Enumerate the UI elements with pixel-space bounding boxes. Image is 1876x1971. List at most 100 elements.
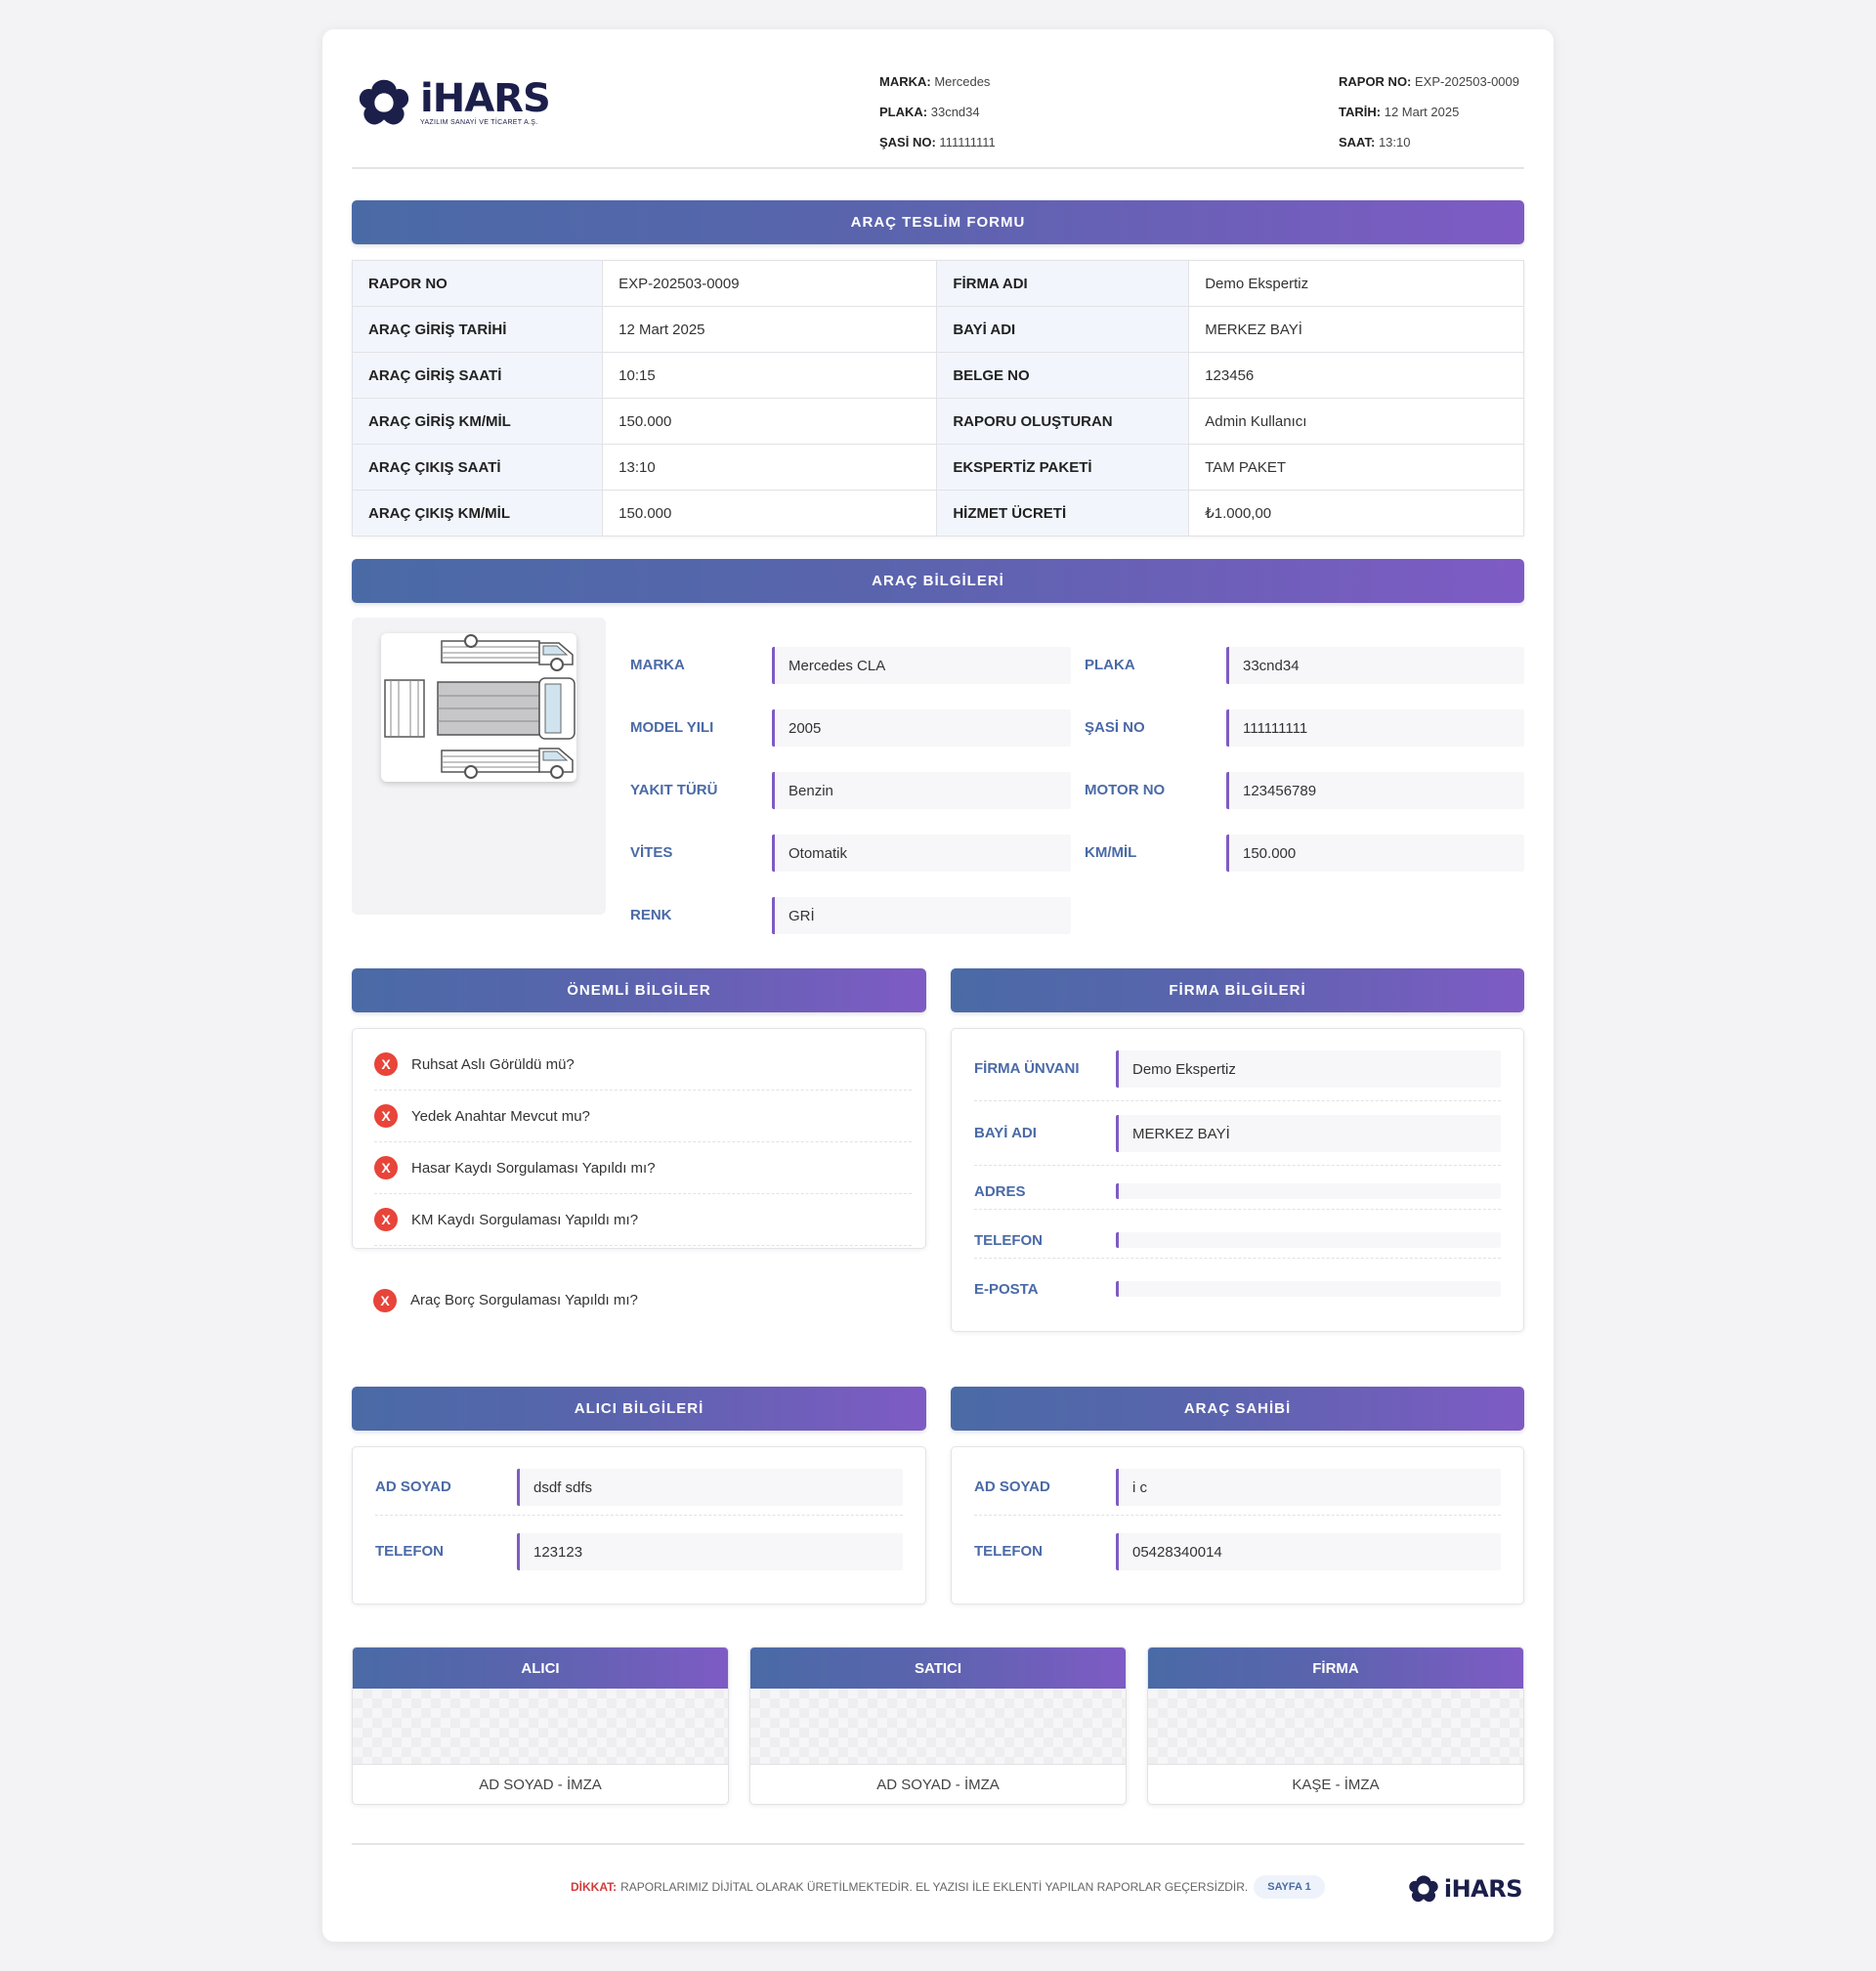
alici-section-title: ALICI BİLGİLERİ xyxy=(352,1387,926,1431)
table-key: ARAÇ GİRİŞ TARİHİ xyxy=(351,306,604,353)
yakit-turu-value: Benzin xyxy=(772,772,1071,809)
list-item: X KM Kaydı Sorgulaması Yapıldı mı? xyxy=(374,1194,912,1246)
warning-label: DİKKAT: xyxy=(571,1880,618,1894)
marka-label: MARKA: xyxy=(879,74,931,89)
yakit-turu-label: YAKIT TÜRÜ xyxy=(630,782,718,798)
onemli-section-title: ÖNEMLİ BİLGİLER xyxy=(352,968,926,1012)
divider xyxy=(375,1515,903,1516)
warning-text: RAPORLARIMIZ DİJİTAL OLARAK ÜRETİLMEKTED… xyxy=(620,1880,1249,1894)
table-key: ARAÇ ÇIKIŞ KM/MİL xyxy=(351,490,604,536)
x-mark-icon: X xyxy=(374,1052,398,1076)
signature-title: SATICI xyxy=(750,1648,1126,1689)
table-value: 150.000 xyxy=(602,398,938,445)
signature-title: FİRMA xyxy=(1148,1648,1523,1689)
km-mil-value: 150.000 xyxy=(1226,835,1524,872)
marka-field-value: Mercedes CLA xyxy=(772,647,1071,684)
table-value: 13:10 xyxy=(602,444,938,491)
list-item: X Yedek Anahtar Mevcut mu? xyxy=(374,1091,912,1142)
ihars-logo-icon xyxy=(1409,1875,1438,1903)
sahip-section-title: ARAÇ SAHİBİ xyxy=(951,1387,1524,1431)
table-value: 12 Mart 2025 xyxy=(602,306,938,353)
divider xyxy=(974,1258,1501,1259)
signature-area xyxy=(353,1689,728,1765)
renk-value: GRİ xyxy=(772,897,1071,934)
firma-signature-box: FİRMA KAŞE - İMZA xyxy=(1147,1647,1524,1805)
sasi-field-label: ŞASİ NO xyxy=(1085,719,1145,736)
marka-value: Mercedes xyxy=(934,74,991,89)
vites-value: Otomatik xyxy=(772,835,1071,872)
alici-ad-label: AD SOYAD xyxy=(375,1478,451,1495)
arac-section-title: ARAÇ BİLGİLERİ xyxy=(352,559,1524,603)
sahip-telefon-value: 05428340014 xyxy=(1116,1533,1501,1570)
alici-telefon-label: TELEFON xyxy=(375,1543,444,1560)
table-row: ARAÇ GİRİŞ TARİHİ 12 Mart 2025 BAYİ ADI … xyxy=(351,306,1524,353)
signature-caption: AD SOYAD - İMZA xyxy=(479,1776,602,1793)
table-value: EXP-202503-0009 xyxy=(602,260,938,307)
table-key: EKSPERTİZ PAKETİ xyxy=(936,444,1190,491)
firma-section-title: FİRMA BİLGİLERİ xyxy=(951,968,1524,1012)
table-key: ARAÇ GİRİŞ SAATİ xyxy=(351,352,604,399)
renk-label: RENK xyxy=(630,907,672,923)
marka-field-label: MARKA xyxy=(630,657,685,673)
bayi-adi-label: BAYİ ADI xyxy=(974,1125,1037,1141)
table-key: RAPORU OLUŞTURAN xyxy=(936,398,1190,445)
onemli-card: X Ruhsat Aslı Görüldü mü? X Yedek Anahtar … xyxy=(352,1028,926,1249)
table-key: ARAÇ GİRİŞ KM/MİL xyxy=(351,398,604,445)
table-key: ARAÇ ÇIKIŞ SAATİ xyxy=(351,444,604,491)
table-value: 123456 xyxy=(1188,352,1524,399)
sahip-telefon-label: TELEFON xyxy=(974,1543,1043,1560)
check-label: KM Kaydı Sorgulaması Yapıldı mı? xyxy=(411,1211,639,1228)
saat-label: SAAT: xyxy=(1339,135,1376,150)
table-key: FİRMA ADI xyxy=(936,260,1190,307)
plaka-field-label: PLAKA xyxy=(1085,657,1135,673)
vites-label: VİTES xyxy=(630,844,673,861)
plaka-label: PLAKA: xyxy=(879,105,928,119)
satici-signature-box: SATICI AD SOYAD - İMZA xyxy=(749,1647,1127,1805)
adres-label: ADRES xyxy=(974,1183,1026,1200)
signature-area xyxy=(1148,1689,1523,1765)
truck-diagram-icon xyxy=(384,634,576,779)
table-value: 10:15 xyxy=(602,352,938,399)
divider xyxy=(974,1100,1501,1101)
signature-caption: AD SOYAD - İMZA xyxy=(876,1776,1000,1793)
tarih-label: TARİH: xyxy=(1339,105,1382,119)
sasi-value: 111111111 xyxy=(939,135,996,150)
alici-ad-value: dsdf sdfs xyxy=(517,1469,903,1506)
table-value: TAM PAKET xyxy=(1188,444,1524,491)
signature-caption: KAŞE - İMZA xyxy=(1292,1776,1380,1793)
firma-unvani-value: Demo Ekspertiz xyxy=(1116,1050,1501,1088)
check-label: Araç Borç Sorgulaması Yapıldı mı? xyxy=(410,1292,638,1308)
ihars-logo-icon xyxy=(359,79,409,125)
rapor-value: EXP-202503-0009 xyxy=(1415,74,1519,89)
plaka-value: 33cnd34 xyxy=(930,105,980,119)
plaka-field-value: 33cnd34 xyxy=(1226,647,1524,684)
table-row: ARAÇ GİRİŞ KM/MİL 150.000 RAPORU OLUŞTUR… xyxy=(351,398,1524,445)
check-label: Ruhsat Aslı Görüldü mü? xyxy=(411,1055,575,1073)
signature-area xyxy=(750,1689,1126,1765)
list-item: X Ruhsat Aslı Görüldü mü? xyxy=(374,1039,912,1091)
table-row: ARAÇ ÇIKIŞ KM/MİL 150.000 HİZMET ÜCRETİ … xyxy=(351,490,1524,536)
signature-title: ALICI xyxy=(353,1648,728,1689)
sahip-ad-label: AD SOYAD xyxy=(974,1478,1050,1495)
adres-value xyxy=(1116,1183,1501,1199)
x-mark-icon: X xyxy=(374,1156,398,1179)
page-number-badge: SAYFA 1 xyxy=(1254,1875,1325,1899)
report-page: iHARS YAZILIM SANAYİ VE TİCARET A.Ş. MAR… xyxy=(322,29,1554,1942)
report-header: iHARS YAZILIM SANAYİ VE TİCARET A.Ş. MAR… xyxy=(352,29,1524,169)
telefon-label: TELEFON xyxy=(974,1232,1043,1249)
vehicle-summary: MARKA: Mercedes PLAKA: 33cnd34 ŞASİ NO: … xyxy=(879,66,996,157)
table-row: ARAÇ ÇIKIŞ SAATİ 13:10 EKSPERTİZ PAKETİ … xyxy=(351,444,1524,491)
brand-subtitle: YAZILIM SANAYİ VE TİCARET A.Ş. xyxy=(420,119,538,126)
footer-logo: iHARS xyxy=(1407,1872,1523,1906)
check-label: Hasar Kaydı Sorgulaması Yapıldı mı? xyxy=(411,1159,656,1177)
list-item: X Araç Borç Sorgulaması Yapıldı mı? xyxy=(373,1274,913,1326)
eposta-label: E-POSTA xyxy=(974,1281,1039,1298)
firma-unvani-label: FİRMA ÜNVANI xyxy=(974,1060,1080,1077)
alici-signature-box: ALICI AD SOYAD - İMZA xyxy=(352,1647,729,1805)
table-key: BAYİ ADI xyxy=(936,306,1190,353)
vehicle-diagram-panel xyxy=(352,618,606,915)
table-value: MERKEZ BAYİ xyxy=(1188,306,1524,353)
divider xyxy=(974,1165,1501,1166)
list-item: X Hasar Kaydı Sorgulaması Yapıldı mı? xyxy=(374,1142,912,1194)
footer-brand-name: iHARS xyxy=(1443,1875,1523,1903)
